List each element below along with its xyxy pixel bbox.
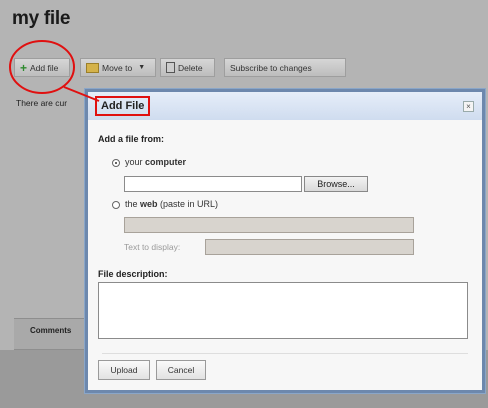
trash-icon bbox=[166, 62, 175, 73]
add-file-label: Add file bbox=[30, 62, 59, 73]
page-title: my file bbox=[12, 8, 71, 29]
comments-label[interactable]: Comments bbox=[30, 326, 71, 335]
computer-option-label: your computer bbox=[125, 157, 186, 167]
file-description-label: File description: bbox=[98, 269, 168, 279]
subscribe-label: Subscribe to changes bbox=[230, 62, 312, 73]
upload-button[interactable]: Upload bbox=[98, 360, 150, 380]
background-status-text: There are cur bbox=[16, 98, 68, 108]
file-path-input[interactable] bbox=[124, 176, 302, 192]
web-option-suffix: (paste in URL) bbox=[157, 199, 219, 209]
computer-option-bold: computer bbox=[145, 157, 187, 167]
add-from-label: Add a file from: bbox=[98, 134, 165, 144]
web-option-prefix: the bbox=[125, 199, 141, 209]
dialog-body: Add a file from: your computer Browse...… bbox=[88, 120, 482, 390]
move-to-button[interactable]: Move to ▼ bbox=[80, 58, 156, 77]
web-option-label: the web (paste in URL) bbox=[125, 199, 218, 209]
text-to-display-label: Text to display: bbox=[124, 242, 181, 252]
close-icon[interactable]: × bbox=[463, 101, 474, 112]
computer-radio[interactable] bbox=[112, 159, 120, 167]
url-input[interactable] bbox=[124, 217, 414, 233]
plus-icon: + bbox=[20, 60, 28, 75]
delete-label: Delete bbox=[178, 62, 203, 73]
dialog-header: Add File × bbox=[88, 92, 482, 120]
dialog-title: Add File bbox=[95, 96, 151, 116]
cancel-button[interactable]: Cancel bbox=[156, 360, 206, 380]
computer-option-prefix: your bbox=[125, 157, 146, 167]
caret-down-icon: ▼ bbox=[138, 64, 146, 71]
delete-button[interactable]: Delete bbox=[160, 58, 215, 77]
browse-button[interactable]: Browse... bbox=[304, 176, 368, 192]
move-to-label: Move to bbox=[102, 62, 133, 73]
add-file-button[interactable]: + Add file bbox=[14, 58, 70, 77]
subscribe-button[interactable]: Subscribe to changes bbox=[224, 58, 346, 77]
text-to-display-input[interactable] bbox=[205, 239, 414, 255]
file-description-textarea[interactable] bbox=[98, 282, 468, 339]
web-radio[interactable] bbox=[112, 201, 120, 209]
folder-icon bbox=[86, 62, 99, 73]
web-option-bold: web bbox=[140, 199, 158, 209]
add-file-dialog: Add File × Add a file from: your compute… bbox=[84, 88, 486, 394]
dialog-divider bbox=[102, 353, 468, 354]
